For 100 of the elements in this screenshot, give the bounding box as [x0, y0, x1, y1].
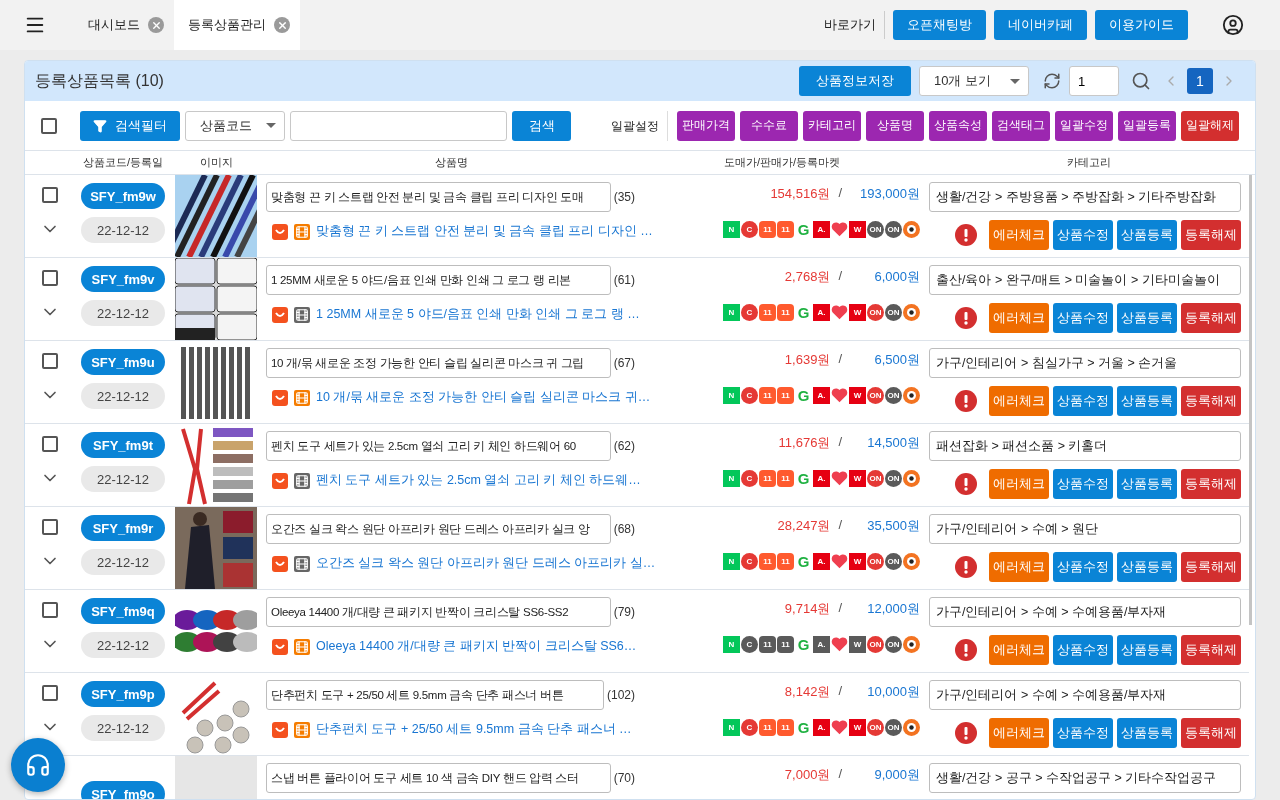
product-link[interactable]: 맞춤형 끈 키 스트랩 안전 분리 및 금속 클립 프리 디자인 … — [316, 223, 653, 240]
product-code[interactable]: SFY_fm9r — [81, 515, 165, 541]
category-field[interactable]: 생활/건강 > 공구 > 수작업공구 > 기타수작업공구 — [929, 763, 1241, 793]
checkbox[interactable] — [42, 353, 58, 369]
action-button[interactable]: 등록해제 — [1181, 469, 1241, 499]
category-field[interactable]: 가구/인테리어 > 침실가구 > 거울 > 손거울 — [929, 348, 1241, 378]
action-button[interactable]: 에러체크 — [989, 386, 1049, 416]
close-icon[interactable] — [148, 17, 164, 33]
action-button[interactable]: 상품수정 — [1053, 635, 1113, 665]
error-icon[interactable] — [955, 722, 977, 744]
save-button[interactable]: 상품정보저장 — [799, 66, 911, 96]
product-link[interactable]: 1 25MM 새로운 5 야드/음표 인쇄 만화 인쇄 그 로그 랭 … — [316, 306, 640, 323]
link-button[interactable]: 이용가이드 — [1095, 10, 1188, 40]
error-icon[interactable] — [955, 556, 977, 578]
page-input[interactable]: 1 — [1069, 66, 1119, 96]
product-link[interactable]: 10 개/묶 새로운 조정 가능한 안티 슬립 실리콘 마스크 귀… — [316, 389, 651, 406]
error-icon[interactable] — [955, 224, 977, 246]
action-button[interactable]: 에러체크 — [989, 469, 1049, 499]
error-icon[interactable] — [955, 390, 977, 412]
tab[interactable]: 등록상품관리 — [174, 0, 300, 50]
action-button[interactable]: 등록해제 — [1181, 220, 1241, 250]
checkbox[interactable] — [42, 602, 58, 618]
error-icon[interactable] — [955, 307, 977, 329]
title-field[interactable]: 맞춤형 끈 키 스트랩 안전 분리 및 금속 클립 프리 디자인 도매 — [266, 182, 611, 212]
bulk-button[interactable]: 카테고리 — [803, 110, 861, 141]
tab[interactable]: 대시보드 — [74, 0, 174, 50]
action-button[interactable]: 상품등록 — [1117, 635, 1177, 665]
category-field[interactable]: 가구/인테리어 > 수예 > 수예용품/부자재 — [929, 680, 1241, 710]
action-button[interactable]: 에러체크 — [989, 635, 1049, 665]
link-button[interactable]: 오픈채팅방 — [893, 10, 986, 40]
action-button[interactable]: 상품등록 — [1117, 469, 1177, 499]
product-code[interactable]: SFY_fm9p — [81, 681, 165, 707]
category-field[interactable]: 가구/인테리어 > 수예 > 원단 — [929, 514, 1241, 544]
action-button[interactable]: 에러체크 — [989, 303, 1049, 333]
bulk-button[interactable]: 판매가격 — [677, 110, 735, 141]
category-field[interactable]: 패션잡화 > 패션소품 > 키홀더 — [929, 431, 1241, 461]
error-icon[interactable] — [955, 473, 977, 495]
checkbox[interactable] — [42, 270, 58, 286]
page-size-select[interactable]: 10개 보기 — [919, 66, 1029, 96]
action-button[interactable]: 상품등록 — [1117, 303, 1177, 333]
action-button[interactable]: 등록해제 — [1181, 635, 1241, 665]
bulk-button[interactable]: 검색태그 — [992, 110, 1050, 141]
scrollbar[interactable] — [1249, 175, 1252, 625]
checkbox[interactable] — [42, 519, 58, 535]
action-button[interactable]: 상품수정 — [1053, 718, 1113, 748]
checkbox[interactable] — [41, 117, 57, 134]
action-button[interactable]: 상품수정 — [1053, 386, 1113, 416]
bulk-button[interactable]: 일괄등록 — [1118, 110, 1176, 141]
filter-button[interactable]: 검색필터 — [80, 110, 180, 141]
action-button[interactable]: 상품등록 — [1117, 220, 1177, 250]
product-code[interactable]: SFY_fm9w — [81, 183, 165, 209]
link-button[interactable]: 네이버카페 — [994, 10, 1087, 40]
product-code[interactable]: SFY_fm9v — [81, 266, 165, 292]
search-button[interactable]: 검색 — [512, 110, 571, 141]
action-button[interactable]: 등록해제 — [1181, 386, 1241, 416]
product-link[interactable]: 펜치 도구 세트가 있는 2.5cm 열쇠 고리 키 체인 하드웨… — [316, 472, 641, 489]
checkbox[interactable] — [42, 436, 58, 452]
category-field[interactable]: 가구/인테리어 > 수예 > 수예용품/부자재 — [929, 597, 1241, 627]
title-field[interactable]: Oleeya 14400 개/대량 큰 패키지 반짝이 크리스탈 SS6-SS2 — [266, 597, 611, 627]
action-button[interactable]: 에러체크 — [989, 718, 1049, 748]
refresh-icon[interactable] — [1043, 72, 1061, 90]
action-button[interactable]: 등록해제 — [1181, 552, 1241, 582]
title-field[interactable]: 오간즈 실크 왁스 원단 아프리카 원단 드레스 아프리카 실크 앙 — [266, 514, 611, 544]
checkbox[interactable] — [42, 685, 58, 701]
product-code[interactable]: SFY_fm9t — [81, 432, 165, 458]
action-button[interactable]: 에러체크 — [989, 220, 1049, 250]
action-button[interactable]: 등록해제 — [1181, 718, 1241, 748]
user-icon[interactable] — [1222, 14, 1244, 36]
action-button[interactable]: 상품등록 — [1117, 386, 1177, 416]
action-button[interactable]: 상품수정 — [1053, 469, 1113, 499]
action-button[interactable]: 상품수정 — [1053, 303, 1113, 333]
title-field[interactable]: 10 개/묶 새로운 조정 가능한 안티 슬립 실리콘 마스크 귀 그립 — [266, 348, 611, 378]
action-button[interactable]: 에러체크 — [989, 552, 1049, 582]
category-field[interactable]: 출산/육아 > 완구/매트 > 미술놀이 > 기타미술놀이 — [929, 265, 1241, 295]
title-field[interactable]: 1 25MM 새로운 5 야드/음표 인쇄 만화 인쇄 그 로그 랭 리본 — [266, 265, 611, 295]
action-button[interactable]: 상품수정 — [1053, 552, 1113, 582]
bulk-button[interactable]: 일괄수정 — [1055, 110, 1113, 141]
category-field[interactable]: 생활/건강 > 주방용품 > 주방잡화 > 기타주방잡화 — [929, 182, 1241, 212]
bulk-button[interactable]: 상품속성 — [929, 110, 987, 141]
action-button[interactable]: 상품등록 — [1117, 718, 1177, 748]
title-field[interactable]: 스냅 버튼 플라이어 도구 세트 10 색 금속 DIY 핸드 압력 스터 — [266, 763, 611, 793]
title-field[interactable]: 단추펀치 도구 + 25/50 세트 9.5mm 금속 단추 패스너 버튼 — [266, 680, 604, 710]
close-icon[interactable] — [274, 17, 290, 33]
product-link[interactable]: 단추펀치 도구 + 25/50 세트 9.5mm 금속 단추 패스너 … — [316, 721, 632, 738]
bulk-button[interactable]: 상품명 — [866, 110, 924, 141]
headset-button[interactable] — [11, 738, 65, 792]
product-link[interactable]: Oleeya 14400 개/대량 큰 패키지 반짝이 크리스탈 SS6… — [316, 638, 637, 655]
error-icon[interactable] — [955, 639, 977, 661]
bulk-button[interactable]: 일괄해제 — [1181, 110, 1239, 141]
action-button[interactable]: 상품등록 — [1117, 552, 1177, 582]
page-number[interactable]: 1 — [1187, 68, 1213, 94]
action-button[interactable]: 상품수정 — [1053, 220, 1113, 250]
product-code[interactable]: SFY_fm9u — [81, 349, 165, 375]
checkbox[interactable] — [42, 187, 58, 203]
search-field[interactable] — [290, 110, 507, 141]
title-field[interactable]: 펜치 도구 세트가 있는 2.5cm 열쇠 고리 키 체인 하드웨어 60 — [266, 431, 611, 461]
search-icon[interactable] — [1131, 71, 1151, 91]
action-button[interactable]: 등록해제 — [1181, 303, 1241, 333]
product-code[interactable]: SFY_fm9q — [81, 598, 165, 624]
search-type-select[interactable]: 상품코드 — [185, 110, 285, 141]
